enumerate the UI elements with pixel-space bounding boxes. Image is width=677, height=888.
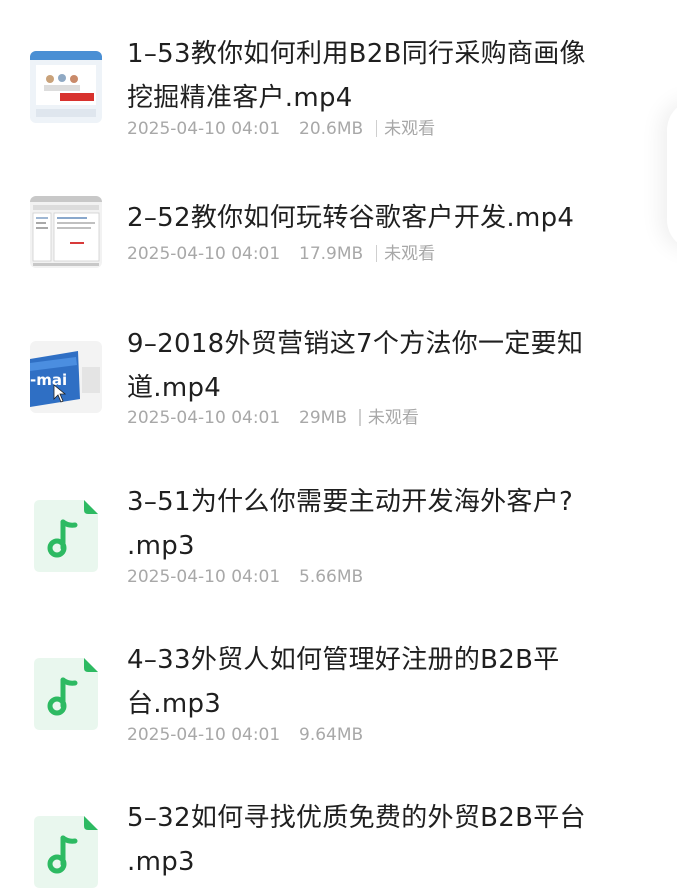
file-meta: 2025-04-10 04:01 20.6MB 未观看 xyxy=(127,117,435,141)
file-title-line: 道.mp4 xyxy=(127,373,222,403)
audio-file-icon xyxy=(34,816,98,888)
watch-status: 未观看 xyxy=(384,119,436,139)
file-size: 20.6MB xyxy=(299,119,364,139)
file-title-line: 9–2018外贸营销这7个方法你一定要知 xyxy=(127,329,584,359)
floating-edge-handle[interactable] xyxy=(667,100,677,250)
video-thumbnail-icon: -mai xyxy=(30,341,102,413)
meta-divider xyxy=(375,120,378,137)
file-row[interactable]: 4–33外贸人如何管理好注册的B2B平 台.mp3 2025-04-10 04:… xyxy=(0,628,677,788)
file-row[interactable]: 1–53教你如何利用B2B同行采购商画像 挖掘精准客户.mp4 2025-04-… xyxy=(0,0,677,160)
file-date: 2025-04-10 04:01 xyxy=(127,725,281,745)
file-row[interactable]: 5–32如何寻找优质免费的外贸B2B平台 .mp3 xyxy=(0,786,677,888)
file-size: 9.64MB xyxy=(299,725,364,745)
meta-divider xyxy=(375,245,378,262)
video-thumbnail-icon xyxy=(30,51,102,123)
file-size: 17.9MB xyxy=(299,244,364,264)
file-meta: 2025-04-10 04:01 17.9MB 未观看 xyxy=(127,242,435,266)
watch-status: 未观看 xyxy=(367,408,419,428)
file-title: 1–53教你如何利用B2B同行采购商画像 挖掘精准客户.mp4 xyxy=(127,32,627,120)
file-title: 4–33外贸人如何管理好注册的B2B平 台.mp3 xyxy=(127,638,627,726)
svg-text:-mai: -mai xyxy=(30,371,67,389)
file-date: 2025-04-10 04:01 xyxy=(127,567,281,587)
file-size: 29MB xyxy=(299,408,347,428)
audio-file-icon xyxy=(34,500,98,572)
file-title-line: 挖掘精准客户.mp4 xyxy=(127,83,353,113)
file-title-line: 2–52教你如何玩转谷歌客户开发.mp4 xyxy=(127,203,575,233)
file-row[interactable]: 3–51为什么你需要主动开发海外客户? .mp3 2025-04-10 04:0… xyxy=(0,470,677,630)
file-date: 2025-04-10 04:01 xyxy=(127,119,281,139)
file-title-line: 1–53教你如何利用B2B同行采购商画像 xyxy=(127,39,586,69)
file-title-line: .mp3 xyxy=(127,847,195,877)
file-title-line: .mp3 xyxy=(127,531,195,561)
file-size: 5.66MB xyxy=(299,567,364,587)
file-meta: 2025-04-10 04:01 29MB 未观看 xyxy=(127,406,419,430)
file-date: 2025-04-10 04:01 xyxy=(127,244,281,264)
watch-status: 未观看 xyxy=(384,244,436,264)
file-list: 1–53教你如何利用B2B同行采购商画像 挖掘精准客户.mp4 2025-04-… xyxy=(0,0,677,888)
file-row[interactable]: 2–52教你如何玩转谷歌客户开发.mp4 2025-04-10 04:01 17… xyxy=(0,160,677,320)
video-thumbnail-icon xyxy=(30,196,102,268)
file-row[interactable]: -mai 9–2018外贸营销这7个方法你一定要知 道.mp4 2025-04-… xyxy=(0,320,677,480)
meta-divider xyxy=(359,409,361,426)
file-meta: 2025-04-10 04:01 9.64MB xyxy=(127,723,363,747)
file-title: 5–32如何寻找优质免费的外贸B2B平台 .mp3 xyxy=(127,796,627,884)
file-title: 2–52教你如何玩转谷歌客户开发.mp4 xyxy=(127,196,627,240)
file-title: 3–51为什么你需要主动开发海外客户? .mp3 xyxy=(127,480,627,568)
file-title-line: 台.mp3 xyxy=(127,689,222,719)
file-title-line: 4–33外贸人如何管理好注册的B2B平 xyxy=(127,645,560,675)
file-title-line: 3–51为什么你需要主动开发海外客户? xyxy=(127,487,574,517)
file-title: 9–2018外贸营销这7个方法你一定要知 道.mp4 xyxy=(127,322,627,410)
audio-file-icon xyxy=(34,658,98,730)
file-date: 2025-04-10 04:01 xyxy=(127,408,281,428)
file-title-line: 5–32如何寻找优质免费的外贸B2B平台 xyxy=(127,803,586,833)
file-meta: 2025-04-10 04:01 5.66MB xyxy=(127,565,363,589)
